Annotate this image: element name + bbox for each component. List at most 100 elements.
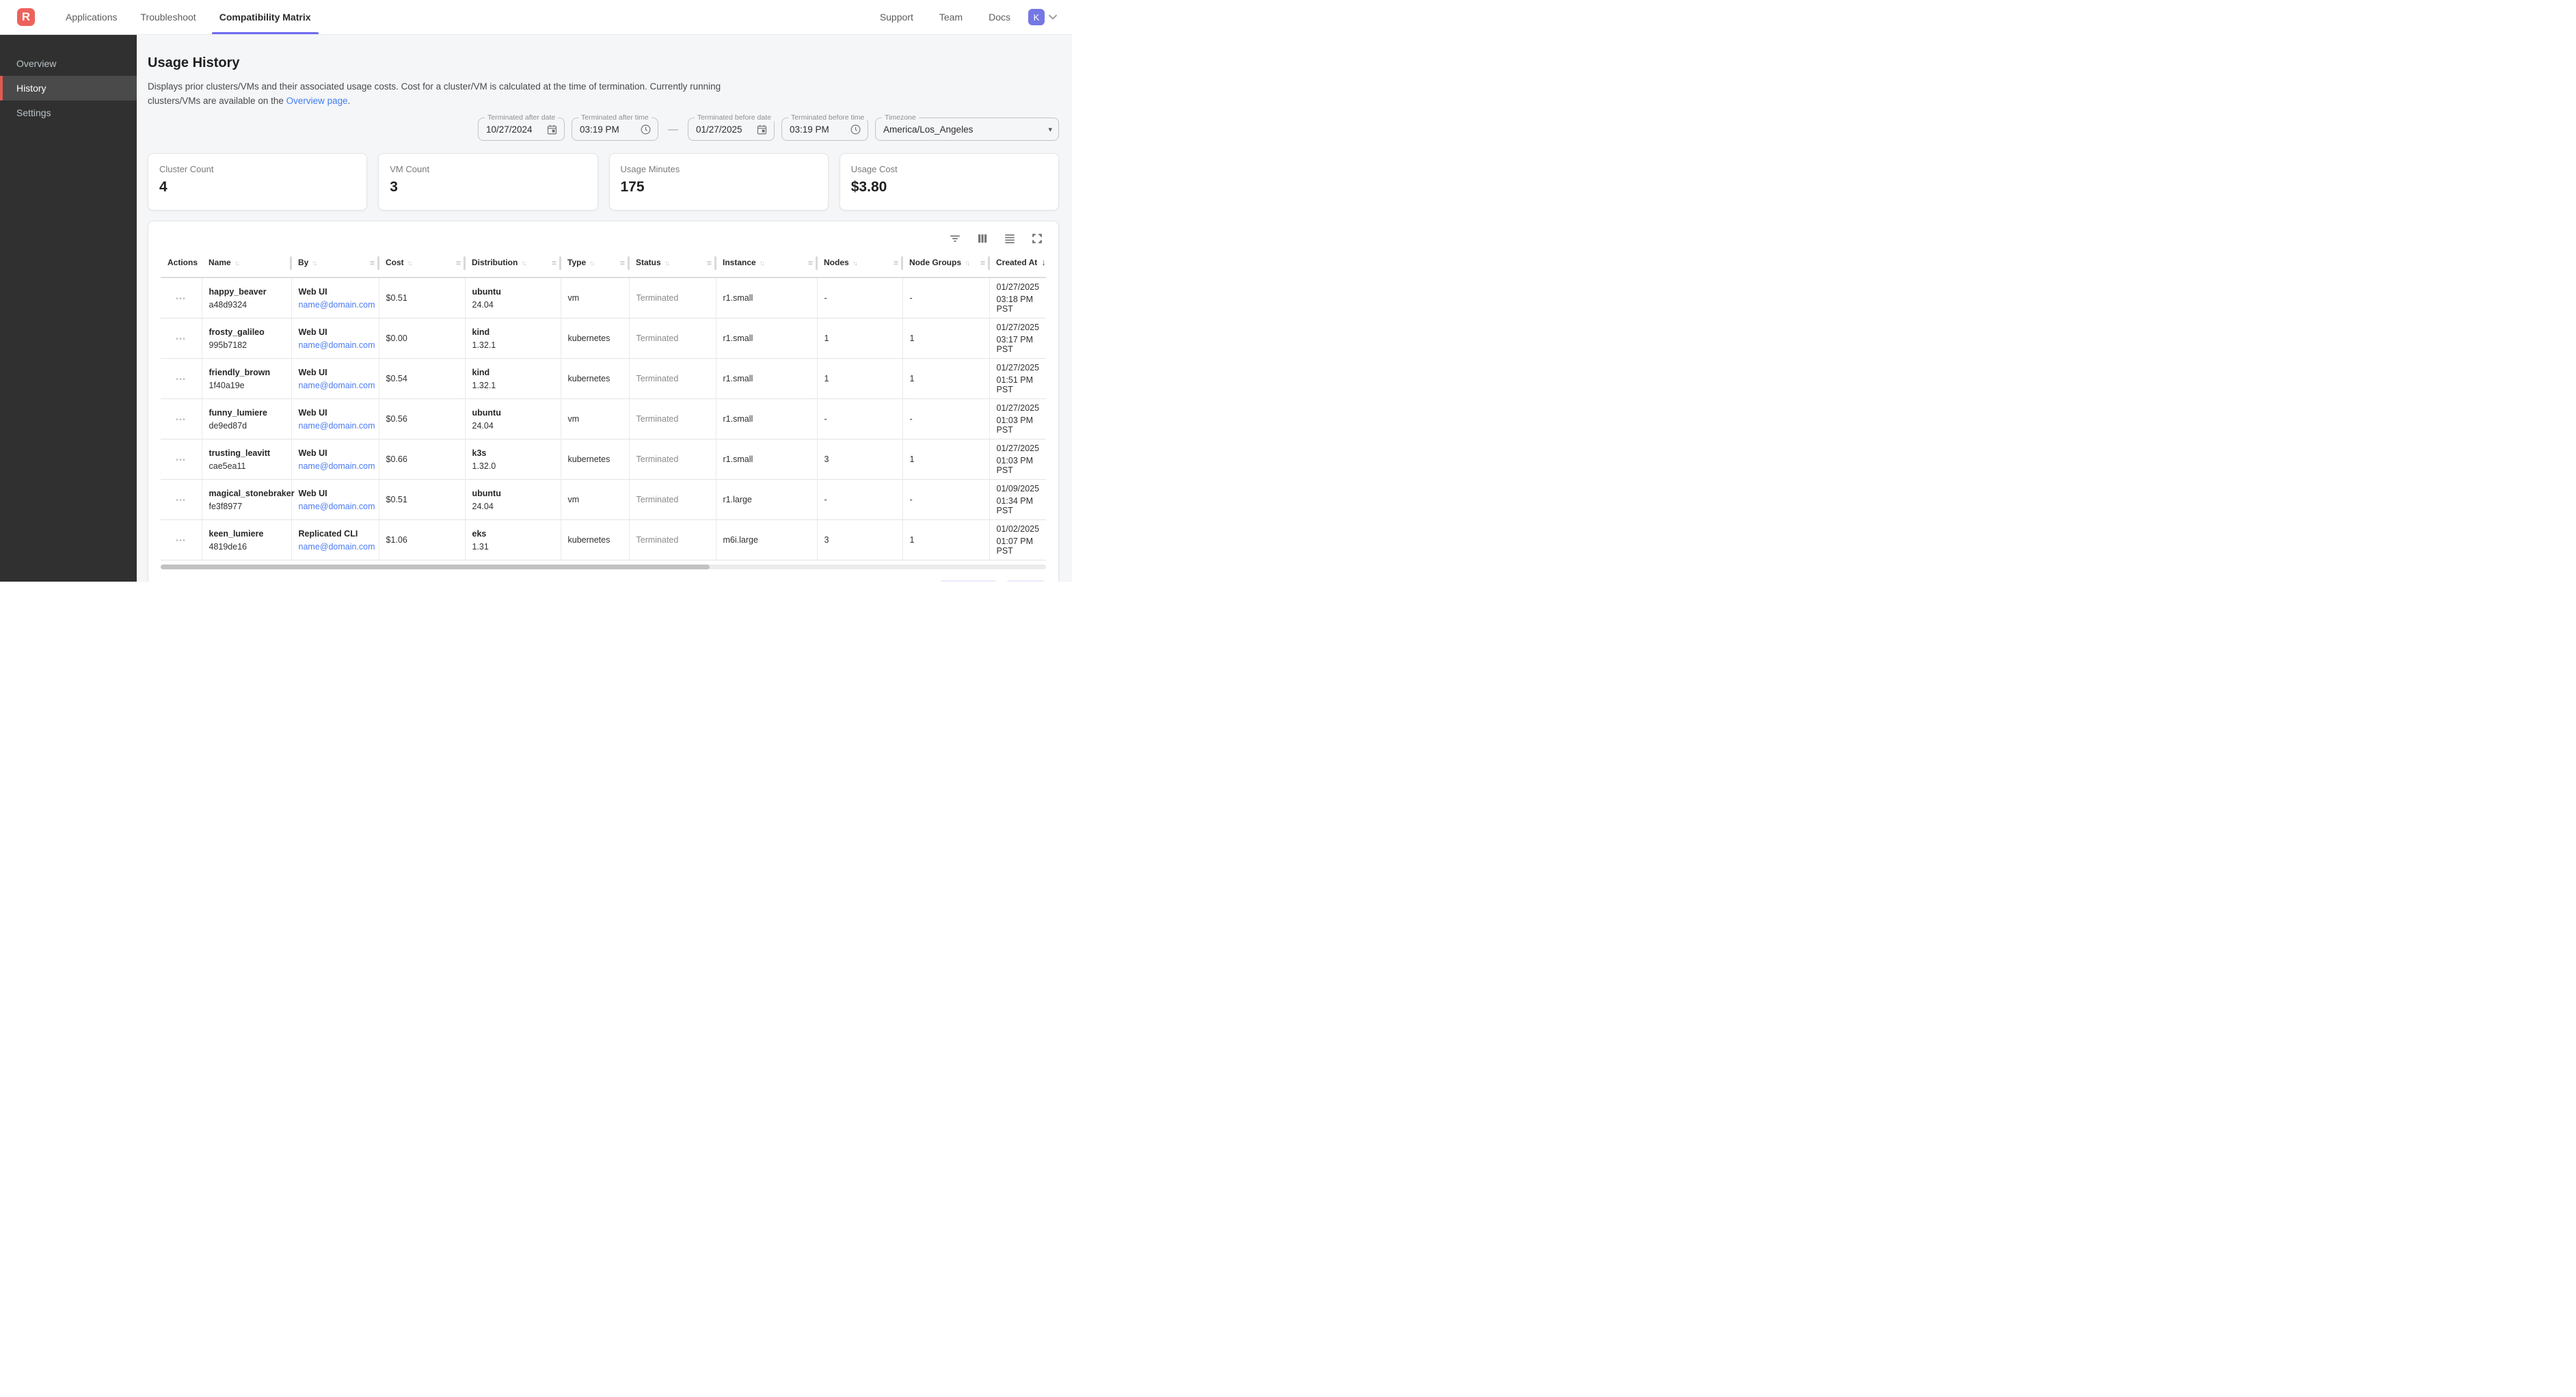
column-header-instance[interactable]: Instance↑↓= [716, 249, 817, 277]
fullscreen-icon[interactable] [1031, 232, 1043, 245]
node-groups-cell: 1 [902, 318, 989, 359]
column-resize-handle[interactable]: = [980, 258, 985, 268]
column-header-type[interactable]: Type↑↓= [561, 249, 629, 277]
type-cell: kubernetes [561, 439, 629, 480]
row-actions-button[interactable]: ••• [176, 336, 186, 343]
column-header-name[interactable]: Name↑↓ [202, 249, 291, 277]
created-time: 01:07 PM PST [997, 537, 1040, 556]
distribution-version: 1.31 [472, 542, 554, 552]
filter-terminated-before-date[interactable]: Terminated before date 01/27/2025 [688, 118, 775, 141]
usage-history-table: Actions Name↑↓ By↑↓= Cost↑↓= Distributio… [161, 249, 1046, 560]
table-toolbar [161, 230, 1046, 246]
nav-tab-troubleshoot[interactable]: Troubleshoot [132, 0, 205, 34]
created-by-email-link[interactable]: name@domain.com [299, 421, 375, 431]
sort-icon[interactable]: ↑↓ [665, 258, 670, 267]
created-time: 01:03 PM PST [997, 456, 1040, 475]
row-actions-button[interactable]: ••• [176, 497, 186, 504]
table-row: ••• frosty_galileo995b7182 Web UIname@do… [161, 318, 1046, 359]
sort-icon[interactable]: ↑↓ [760, 258, 765, 267]
sidebar-item-overview[interactable]: Overview [0, 51, 137, 76]
column-header-created-at[interactable]: Created At↓ [989, 249, 1046, 277]
column-header-by[interactable]: By↑↓= [291, 249, 379, 277]
filter-terminated-after-date[interactable]: Terminated after date 10/27/2024 [478, 118, 565, 141]
row-actions-button[interactable]: ••• [176, 416, 186, 424]
instance-cell: r1.small [716, 318, 817, 359]
nav-link-docs[interactable]: Docs [989, 12, 1010, 23]
node-groups-cell: 1 [902, 439, 989, 480]
column-resize-handle[interactable]: = [808, 258, 813, 268]
main-content: Usage History Displays prior clusters/VM… [137, 35, 1072, 582]
column-resize-handle[interactable]: = [707, 258, 712, 268]
sidebar-item-settings[interactable]: Settings [0, 100, 137, 125]
filter-terminated-before-time[interactable]: Terminated before time 03:19 PM [781, 118, 868, 141]
nav-link-support[interactable]: Support [880, 12, 913, 23]
created-by-email-link[interactable]: name@domain.com [299, 381, 375, 390]
row-actions-button[interactable]: ••• [176, 295, 186, 303]
cluster-id: a48d9324 [209, 300, 284, 310]
filter-label: Terminated before date [695, 113, 774, 122]
cost-cell: $1.06 [379, 520, 465, 560]
created-by-email-link[interactable]: name@domain.com [299, 340, 375, 350]
next-page-button[interactable]: Next [1006, 580, 1045, 582]
distribution-name: kind [472, 368, 554, 377]
previous-page-button[interactable]: Previous [940, 580, 997, 582]
cost-cell: $0.56 [379, 399, 465, 439]
replicated-logo[interactable]: R [17, 8, 35, 26]
column-header-status[interactable]: Status↑↓= [629, 249, 716, 277]
created-by-email-link[interactable]: name@domain.com [299, 461, 375, 471]
table-body: ••• happy_beaver a48d9324 Web UI name@doma… [161, 277, 1046, 560]
nodes-cell: 3 [817, 520, 902, 560]
sort-desc-icon[interactable]: ↓ [1041, 257, 1046, 267]
column-header-distribution[interactable]: Distribution↑↓= [465, 249, 561, 277]
calendar-icon [756, 124, 768, 135]
status-cell: Terminated [629, 520, 716, 560]
type-cell: kubernetes [561, 359, 629, 399]
sort-icon[interactable]: ↑↓ [312, 258, 317, 267]
filter-icon[interactable] [949, 232, 961, 245]
instance-cell: m6i.large [716, 520, 817, 560]
column-resize-handle[interactable]: = [456, 258, 461, 268]
status-cell: Terminated [629, 359, 716, 399]
sidebar-item-history[interactable]: History [0, 76, 137, 100]
density-icon[interactable] [1004, 232, 1016, 245]
secondary-nav: Support Team Docs [880, 12, 1010, 23]
column-resize-handle[interactable]: = [370, 258, 375, 268]
column-header-cost[interactable]: Cost↑↓= [379, 249, 465, 277]
nav-tab-compatibility-matrix[interactable]: Compatibility Matrix [211, 0, 320, 34]
sort-icon[interactable]: ↑↓ [234, 258, 240, 267]
nav-link-team[interactable]: Team [939, 12, 963, 23]
nav-tab-applications[interactable]: Applications [57, 0, 126, 34]
distribution-version: 24.04 [472, 421, 554, 431]
created-by-source: Web UI [299, 489, 372, 498]
account-menu[interactable]: K [1028, 9, 1057, 25]
created-by-email-link[interactable]: name@domain.com [299, 502, 375, 511]
sort-icon[interactable]: ↑↓ [853, 258, 858, 267]
horizontal-scrollbar-thumb[interactable] [161, 565, 710, 569]
created-by-email-link[interactable]: name@domain.com [299, 542, 375, 552]
columns-icon[interactable] [976, 232, 989, 245]
cluster-name: keen_lumiere [209, 529, 284, 539]
row-actions-button[interactable]: ••• [176, 457, 186, 464]
filter-timezone-select[interactable]: Timezone America/Los_Angeles ▾ [875, 118, 1059, 141]
created-by-email-link[interactable]: name@domain.com [299, 300, 375, 310]
stat-cards: Cluster Count 4 VM Count 3 Usage Minutes… [148, 153, 1059, 211]
filter-terminated-after-time[interactable]: Terminated after time 03:19 PM [572, 118, 658, 141]
description-suffix: . [348, 96, 351, 106]
overview-page-link[interactable]: Overview page [286, 96, 348, 106]
sort-icon[interactable]: ↑↓ [589, 258, 595, 267]
sort-icon[interactable]: ↑↓ [965, 258, 970, 267]
created-date: 01/27/2025 [997, 403, 1040, 413]
column-resize-handle[interactable]: = [552, 258, 556, 268]
column-header-nodes[interactable]: Nodes↑↓= [817, 249, 902, 277]
sort-icon[interactable]: ↑↓ [407, 258, 413, 267]
row-actions-button[interactable]: ••• [176, 537, 186, 545]
cluster-id: cae5ea11 [209, 461, 284, 471]
column-resize-handle[interactable]: = [620, 258, 625, 268]
column-resize-handle[interactable]: = [894, 258, 898, 268]
sort-icon[interactable]: ↑↓ [521, 258, 526, 267]
column-header-node-groups[interactable]: Node Groups↑↓= [902, 249, 989, 277]
cost-cell: $0.00 [379, 318, 465, 359]
cluster-name: happy_beaver [209, 287, 284, 297]
row-actions-button[interactable]: ••• [176, 376, 186, 383]
cluster-id: 4819de16 [209, 542, 284, 552]
